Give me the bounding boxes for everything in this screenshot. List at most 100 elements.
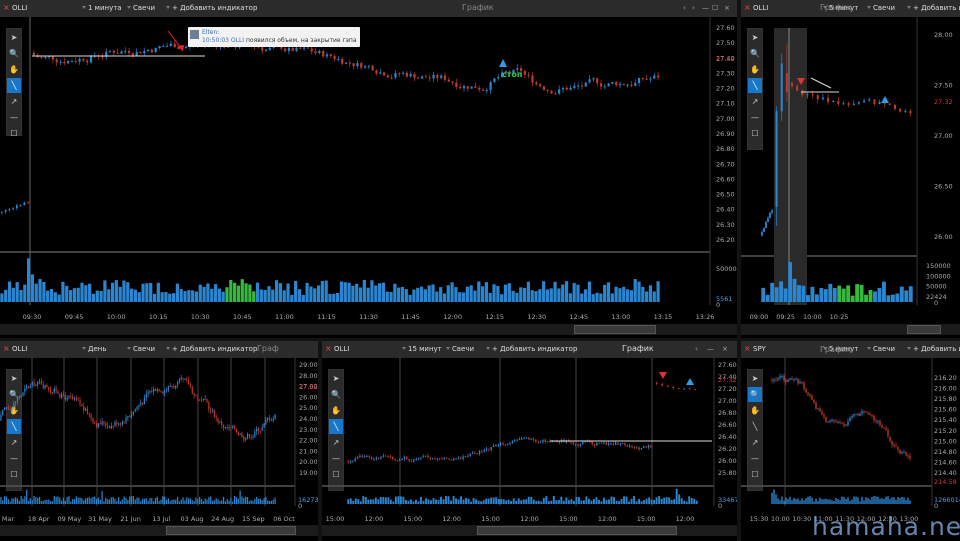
volume-bar xyxy=(557,288,561,302)
volume-bar xyxy=(490,497,493,504)
candle xyxy=(359,455,361,458)
candle xyxy=(108,50,112,52)
volume-bar xyxy=(381,282,386,302)
volume-bar xyxy=(167,498,169,504)
navigator-bar[interactable] xyxy=(0,324,737,335)
volume-bar xyxy=(84,285,88,302)
candle xyxy=(474,452,476,454)
volume-bar xyxy=(160,292,164,302)
navigator-thumb[interactable] xyxy=(907,325,941,334)
volume-bar xyxy=(140,501,142,504)
candle xyxy=(481,451,483,453)
candle xyxy=(143,51,146,54)
volume-bar xyxy=(121,499,123,504)
navigator-bar[interactable] xyxy=(741,324,960,335)
volume-bar xyxy=(173,499,175,504)
volume-bar xyxy=(553,281,557,302)
time-tick: 12:45 xyxy=(569,313,588,321)
candle xyxy=(467,455,469,457)
candle xyxy=(789,378,791,380)
volume-bar xyxy=(484,282,489,302)
candle xyxy=(314,51,317,54)
candle xyxy=(507,444,509,446)
candle xyxy=(235,428,238,433)
candle xyxy=(11,407,13,411)
price-tick: 26.40 xyxy=(718,433,737,441)
candle xyxy=(460,457,462,459)
volume-bar xyxy=(239,490,241,504)
topright-price-chart[interactable]: 28.00 27.50 27.00 26.50 26.00 27.32 150000 1000… xyxy=(741,0,960,338)
candle xyxy=(50,389,52,393)
volume-bar xyxy=(169,501,171,504)
candle xyxy=(865,411,867,413)
volume-bar xyxy=(282,290,286,302)
candle xyxy=(763,227,765,233)
candle xyxy=(341,58,344,64)
candle xyxy=(803,382,805,389)
volume-bar xyxy=(623,496,625,504)
candle xyxy=(130,414,133,416)
volume-bar xyxy=(655,497,658,504)
bottomleft-price-chart[interactable]: 29.0028.0027.0026.0025.0024.0023.0022.00… xyxy=(0,341,318,541)
volume-bar xyxy=(520,500,523,504)
volume-bar xyxy=(194,291,199,302)
volume-bar xyxy=(99,291,103,302)
bottommid-price-chart[interactable]: 27.6027.4027.2027.0026.8026.6026.4026.20… xyxy=(322,341,737,541)
time-tick: 11:30 xyxy=(359,313,378,321)
volume-bar xyxy=(587,281,592,302)
volume-bar xyxy=(313,288,317,302)
navigator-bar[interactable] xyxy=(0,525,318,536)
candle xyxy=(417,458,420,460)
bottomright-price-chart[interactable]: 216.20 216.00 215.80 215.60 215.40 215.20 215.… xyxy=(741,341,960,541)
navigator-thumb[interactable] xyxy=(574,325,656,334)
volume-bar xyxy=(886,295,891,302)
navigator-thumb[interactable] xyxy=(166,526,296,535)
candle xyxy=(239,433,241,435)
candle xyxy=(605,442,607,445)
volume-bar xyxy=(199,496,201,504)
navigator-thumb[interactable] xyxy=(477,526,677,535)
volume-bar xyxy=(393,283,397,302)
candle xyxy=(666,385,669,387)
note-text: появился объем, на закрытие гэпа xyxy=(245,37,357,44)
volume-bar xyxy=(480,501,483,504)
candle xyxy=(4,209,7,212)
candle xyxy=(392,456,394,460)
candle xyxy=(16,398,19,402)
price-tick: 27.30 xyxy=(716,69,735,77)
volume-bar xyxy=(202,501,204,504)
candle xyxy=(215,416,217,419)
volume-bar xyxy=(320,280,324,302)
candle xyxy=(424,76,428,78)
volume-bar xyxy=(44,499,46,504)
candle xyxy=(256,428,258,432)
candle xyxy=(819,408,821,412)
candle xyxy=(210,409,212,411)
volume-bar xyxy=(564,281,569,302)
navigator-bar[interactable] xyxy=(322,525,737,536)
volume-bar xyxy=(156,282,160,302)
candle xyxy=(348,62,351,64)
time-tick: 11:45 xyxy=(401,313,420,321)
candle xyxy=(535,439,537,442)
candle xyxy=(193,393,195,396)
main-price-chart[interactable]: 27.6027.5027.4027.3027.2027.1027.0026.90… xyxy=(0,0,737,338)
candle xyxy=(204,398,206,400)
candle xyxy=(146,49,150,52)
volume-bar xyxy=(530,290,534,302)
candle xyxy=(801,90,804,96)
candle xyxy=(570,441,572,443)
volume-bar xyxy=(92,496,94,504)
candle xyxy=(775,379,777,381)
volume-bar xyxy=(511,290,515,302)
volume-bar xyxy=(908,286,913,302)
candle xyxy=(352,63,355,67)
note-symbol: OLLI xyxy=(230,37,245,44)
volume-bar xyxy=(695,500,698,504)
candle xyxy=(318,50,321,54)
volume-bar xyxy=(783,288,788,302)
volume-bar xyxy=(219,501,221,504)
candle xyxy=(504,444,507,446)
time-tick: 31 May xyxy=(88,515,112,523)
candle xyxy=(199,399,201,401)
